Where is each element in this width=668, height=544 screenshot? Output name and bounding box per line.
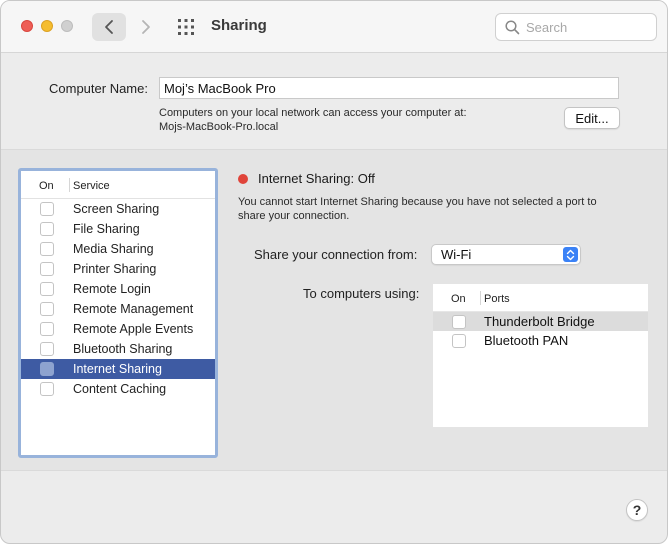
help-button[interactable]: ? <box>626 499 648 521</box>
forward-button[interactable] <box>129 13 163 41</box>
column-header-ports: Ports <box>484 293 510 305</box>
column-divider <box>69 178 70 192</box>
back-button[interactable] <box>92 13 126 41</box>
service-list-header: On Service <box>21 171 215 199</box>
service-label: Media Sharing <box>73 242 154 256</box>
service-row-media-sharing[interactable]: Media Sharing <box>21 239 215 259</box>
service-checkbox[interactable] <box>40 242 54 256</box>
status-indicator-dot <box>238 174 248 184</box>
description-line-1: You cannot start Internet Sharing becaus… <box>238 196 597 208</box>
port-label: Thunderbolt Bridge <box>484 314 595 329</box>
ports-list-header: On Ports <box>433 284 648 312</box>
chevron-right-icon <box>142 20 150 34</box>
service-row-printer-sharing[interactable]: Printer Sharing <box>21 259 215 279</box>
zoom-window-button[interactable] <box>61 20 73 32</box>
service-row-bluetooth-sharing[interactable]: Bluetooth Sharing <box>21 339 215 359</box>
preferences-window: Sharing Computer Name: Computers on your… <box>0 0 668 544</box>
service-checkbox[interactable] <box>40 222 54 236</box>
show-all-button[interactable] <box>171 13 201 41</box>
service-list[interactable]: On Service Screen Sharing File Sharing Med… <box>18 168 218 458</box>
minimize-window-button[interactable] <box>41 20 53 32</box>
service-row-remote-apple-events[interactable]: Remote Apple Events <box>21 319 215 339</box>
sharing-panel: On Service Screen Sharing File Sharing Med… <box>1 149 667 471</box>
computer-name-section: Computer Name: Computers on your local n… <box>1 53 667 149</box>
service-label: Screen Sharing <box>73 202 160 216</box>
search-input[interactable] <box>526 18 650 36</box>
service-row-file-sharing[interactable]: File Sharing <box>21 219 215 239</box>
local-address-hostname: Mojs-MacBook-Pro.local <box>159 121 279 133</box>
local-address-caption: Computers on your local network can acce… <box>159 107 467 119</box>
computer-name-input[interactable] <box>159 77 619 99</box>
service-checkbox[interactable] <box>40 342 54 356</box>
service-checkbox[interactable] <box>40 202 54 216</box>
service-row-remote-login[interactable]: Remote Login <box>21 279 215 299</box>
search-icon <box>505 20 520 35</box>
service-row-internet-sharing[interactable]: Internet Sharing <box>21 359 215 379</box>
column-header-on: On <box>451 293 466 305</box>
column-header-service: Service <box>73 180 110 192</box>
computer-name-label: Computer Name: <box>49 81 148 96</box>
service-row-remote-management[interactable]: Remote Management <box>21 299 215 319</box>
search-field[interactable] <box>495 13 657 41</box>
share-from-popup[interactable]: Wi-Fi <box>431 244 581 265</box>
service-status-description: You cannot start Internet Sharing becaus… <box>238 195 638 223</box>
share-from-value: Wi-Fi <box>441 247 472 262</box>
edit-button[interactable]: Edit... <box>564 107 620 129</box>
service-checkbox[interactable] <box>40 362 54 376</box>
port-row-bluetooth-pan[interactable]: Bluetooth PAN <box>433 331 648 350</box>
service-row-content-caching[interactable]: Content Caching <box>21 379 215 399</box>
service-label: Remote Apple Events <box>73 322 194 336</box>
share-from-label: Share your connection from: <box>254 247 418 262</box>
service-label: Remote Login <box>73 282 151 296</box>
service-label: File Sharing <box>73 222 140 236</box>
service-checkbox[interactable] <box>40 302 54 316</box>
to-computers-label: To computers using: <box>303 286 420 301</box>
port-row-thunderbolt-bridge[interactable]: Thunderbolt Bridge <box>433 312 648 331</box>
service-status-label: Internet Sharing: Off <box>258 171 375 186</box>
service-rows: Screen Sharing File Sharing Media Sharing P… <box>21 199 215 399</box>
port-rows: Thunderbolt Bridge Bluetooth PAN <box>433 312 648 350</box>
titlebar: Sharing <box>1 1 667 53</box>
window-title: Sharing <box>211 17 267 34</box>
column-divider <box>480 291 481 305</box>
description-line-2: share your connection. <box>238 210 350 222</box>
service-checkbox[interactable] <box>40 322 54 336</box>
ports-list[interactable]: On Ports Thunderbolt Bridge Bluetooth PAN <box>433 284 648 427</box>
service-label: Remote Management <box>73 302 194 316</box>
service-label: Internet Sharing <box>73 362 162 376</box>
service-row-screen-sharing[interactable]: Screen Sharing <box>21 199 215 219</box>
service-checkbox[interactable] <box>40 262 54 276</box>
service-label: Printer Sharing <box>73 262 157 276</box>
service-checkbox[interactable] <box>40 282 54 296</box>
port-checkbox[interactable] <box>452 334 466 348</box>
port-label: Bluetooth PAN <box>484 333 569 348</box>
service-checkbox[interactable] <box>40 382 54 396</box>
port-checkbox[interactable] <box>452 315 466 329</box>
grid-icon <box>178 19 194 35</box>
service-label: Content Caching <box>73 382 167 396</box>
service-label: Bluetooth Sharing <box>73 342 173 356</box>
popup-arrows-icon <box>563 247 578 262</box>
local-address-info: Computers on your local network can acce… <box>159 106 467 134</box>
column-header-on: On <box>39 180 54 192</box>
close-window-button[interactable] <box>21 20 33 32</box>
chevron-left-icon <box>105 20 113 34</box>
